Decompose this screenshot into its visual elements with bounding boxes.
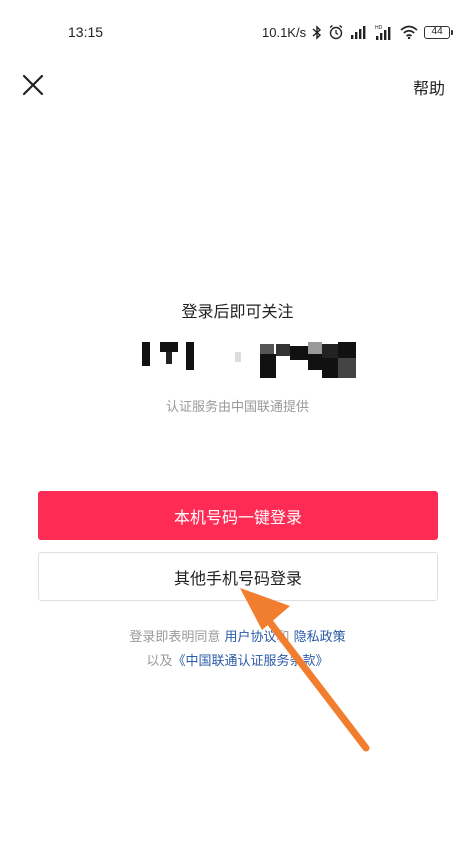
signal-hd-icon: HD: [375, 25, 391, 40]
masked-phone-number: [142, 342, 356, 378]
battery-icon: 44: [424, 25, 454, 39]
status-time: 13:15: [68, 24, 104, 40]
terms-text: 登录即表明同意 用户协议和 隐私政策 以及《中国联通认证服务条款》: [0, 626, 475, 674]
terms-line-2: 以及《中国联通认证服务条款》: [0, 650, 475, 674]
network-speed: 10.1K/s: [262, 24, 307, 40]
wifi-icon: [400, 25, 418, 39]
svg-text:HD: HD: [375, 25, 383, 31]
status-icons: 10.1K/s HD 44: [262, 22, 454, 42]
user-agreement-link[interactable]: 用户协议: [224, 630, 276, 645]
terms-also: 以及: [146, 654, 173, 669]
unicom-terms-link[interactable]: 《中国联通认证服务条款》: [173, 654, 329, 669]
close-icon: [22, 74, 44, 96]
help-link[interactable]: 帮助: [413, 75, 445, 99]
privacy-policy-link[interactable]: 隐私政策: [294, 630, 346, 645]
provider-note: 认证服务由中国联通提供: [165, 400, 309, 415]
bluetooth-icon: [312, 24, 322, 40]
terms-prefix: 登录即表明同意: [129, 630, 221, 645]
one-click-login-button[interactable]: 本机号码一键登录: [38, 491, 438, 540]
close-button[interactable]: [18, 70, 48, 100]
annotation-arrow: [240, 588, 370, 752]
alarm-icon: [329, 24, 343, 40]
signal-icon: [351, 26, 366, 39]
terms-line-1: 登录即表明同意 用户协议和 隐私政策: [0, 626, 475, 650]
other-phone-login-button[interactable]: 其他手机号码登录: [38, 552, 438, 601]
login-title: 登录后即可关注: [181, 302, 294, 321]
status-bar: 13:15 10.1K/s HD 44: [0, 0, 475, 64]
other-phone-login-label: 其他手机号码登录: [173, 568, 302, 588]
terms-and: 和: [276, 630, 290, 645]
one-click-login-label: 本机号码一键登录: [173, 507, 302, 527]
